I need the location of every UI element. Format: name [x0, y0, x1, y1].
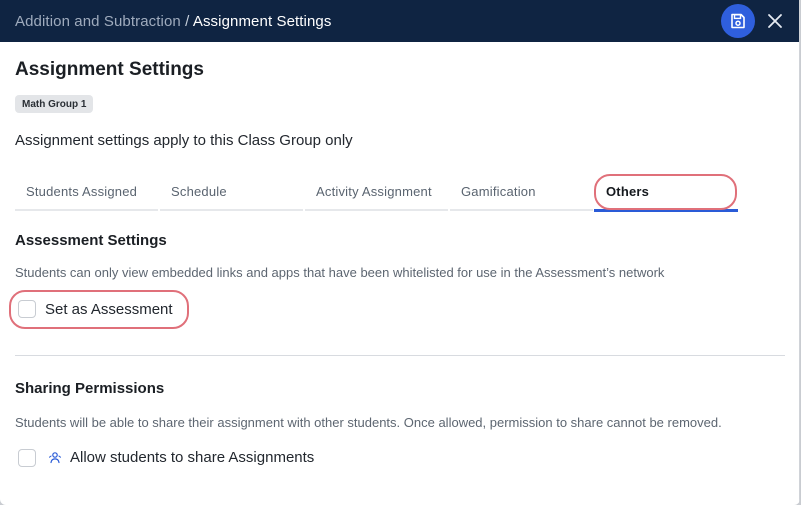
close-icon: [768, 14, 782, 28]
tab-underline: [15, 209, 158, 211]
assessment-settings-description: Students can only view embedded links an…: [15, 265, 665, 280]
tab-underline: [160, 209, 303, 211]
section-divider: [15, 355, 785, 356]
tab-underline: [450, 209, 593, 211]
allow-sharing-checkbox[interactable]: [18, 449, 36, 467]
save-button[interactable]: [721, 4, 755, 38]
breadcrumb: Addition and Subtraction / Assignment Se…: [15, 13, 331, 30]
tab-highlight-ring: [594, 174, 737, 210]
window-edge: [799, 0, 800, 505]
close-button[interactable]: [763, 8, 787, 34]
floppy-disk-icon: [731, 13, 745, 29]
class-group-badge: Math Group 1: [15, 95, 94, 113]
tab-schedule[interactable]: Schedule: [171, 184, 227, 199]
sharing-permissions-heading: Sharing Permissions: [15, 380, 165, 397]
allow-sharing-label[interactable]: Allow students to share Assignments: [70, 449, 314, 466]
tab-students-assigned[interactable]: Students Assigned: [26, 184, 137, 199]
tab-gamification[interactable]: Gamification: [461, 184, 536, 199]
breadcrumb-current: Assignment Settings: [192, 12, 332, 30]
assignment-settings-dialog: Addition and Subtraction / Assignment Se…: [0, 0, 800, 505]
tab-underline: [305, 209, 448, 211]
sharing-permissions-description: Students will be able to share their ass…: [15, 415, 722, 430]
share-users-icon: [49, 452, 61, 464]
breadcrumb-separator: /: [180, 12, 193, 30]
assessment-highlight-ring: [9, 290, 189, 329]
assessment-settings-heading: Assessment Settings: [15, 232, 167, 249]
page-title: Assignment Settings: [15, 59, 204, 80]
dialog-header: Addition and Subtraction / Assignment Se…: [0, 0, 800, 42]
page-subtitle: Assignment settings apply to this Class …: [15, 132, 353, 149]
breadcrumb-parent[interactable]: Addition and Subtraction: [15, 13, 181, 30]
tab-activity-assignment[interactable]: Activity Assignment: [316, 184, 432, 199]
